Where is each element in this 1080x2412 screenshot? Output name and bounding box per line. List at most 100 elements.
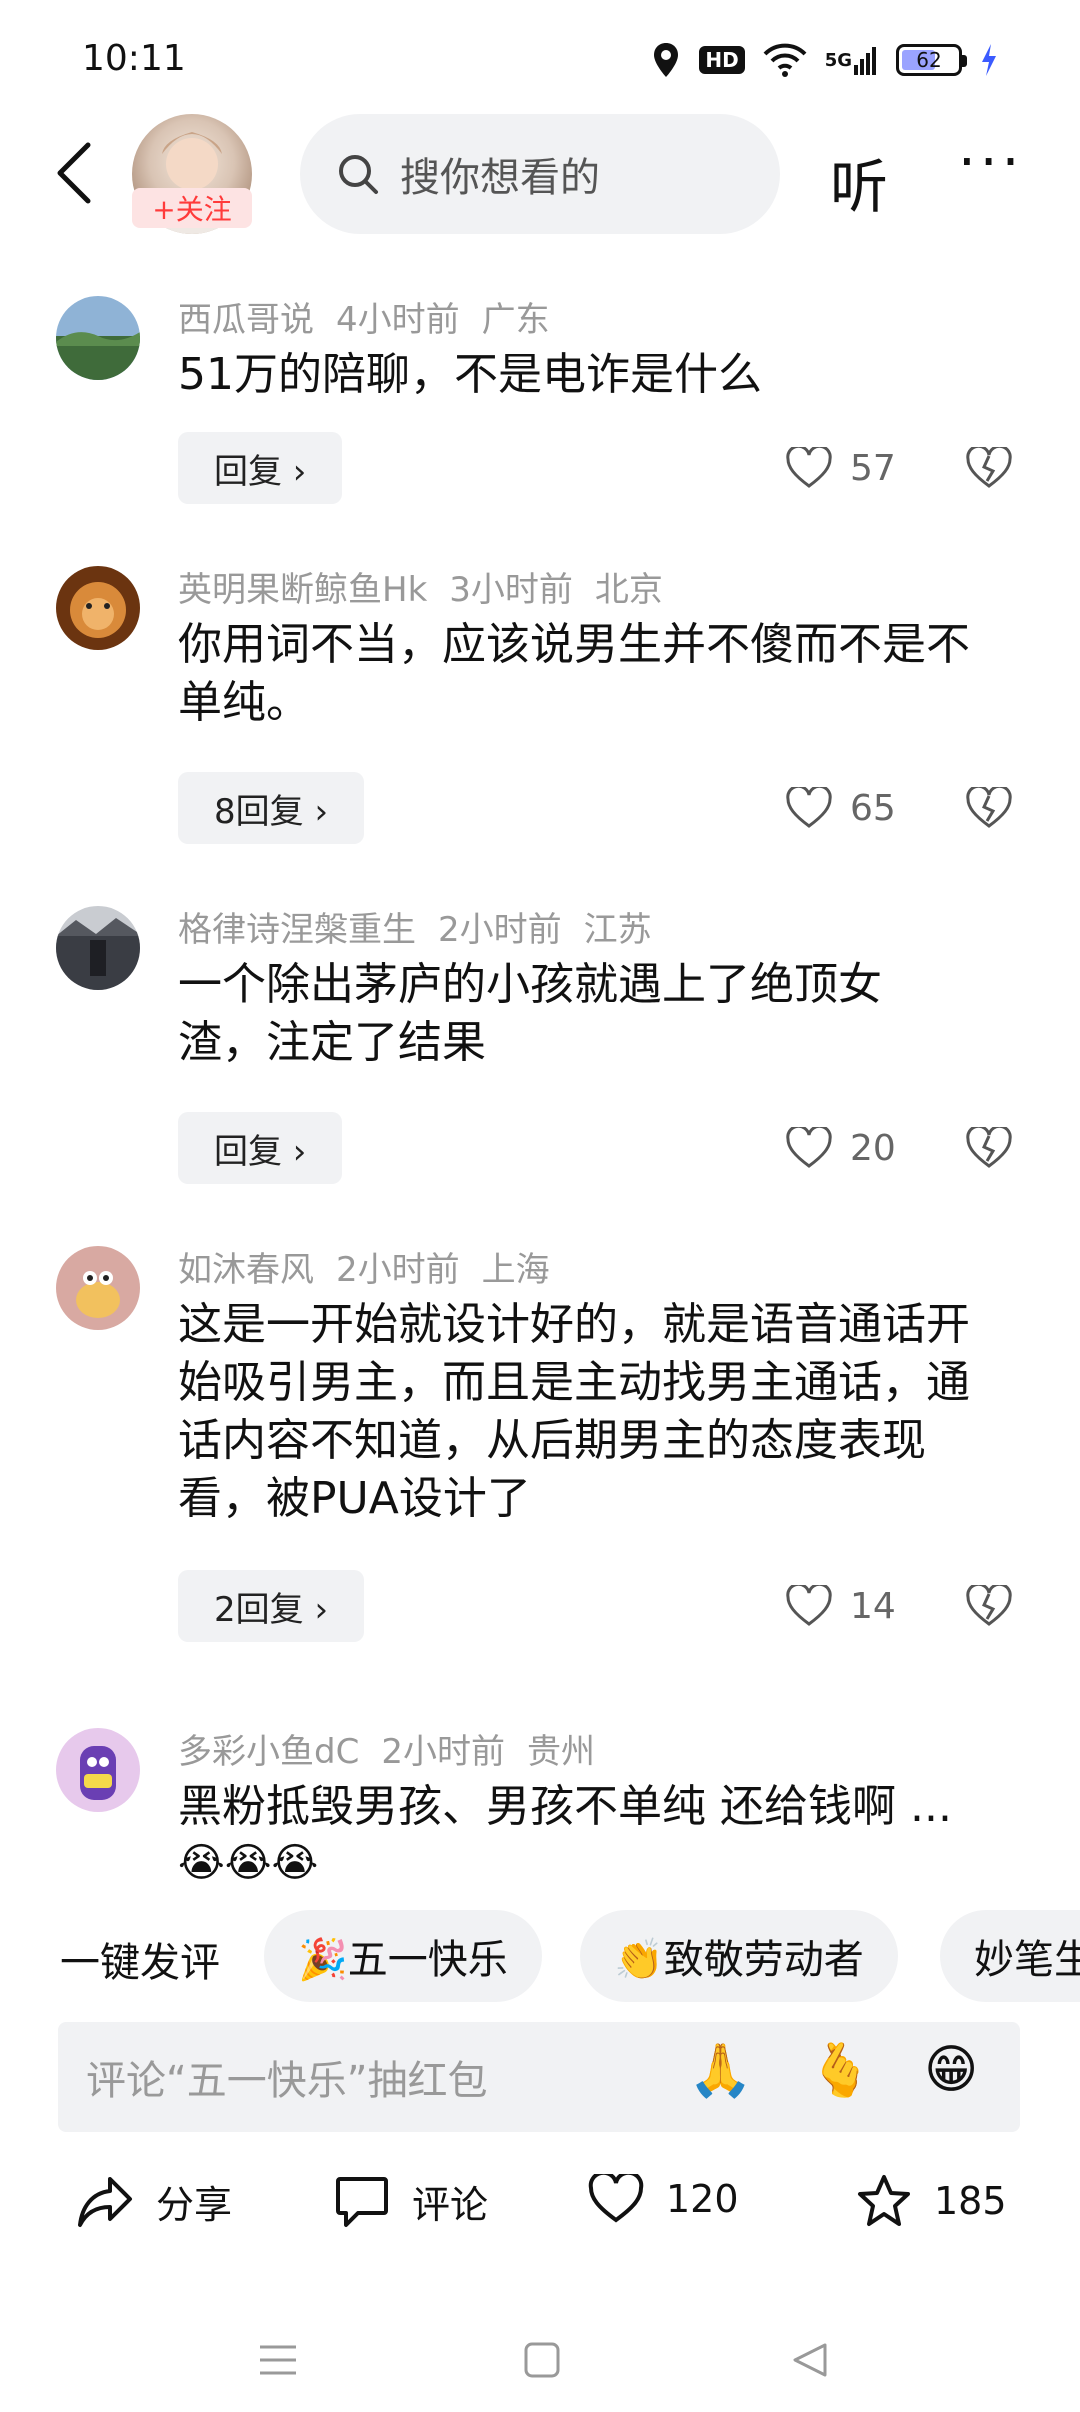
comment-location: 上海	[481, 1250, 550, 1290]
commenter-avatar[interactable]	[56, 906, 140, 990]
comment-location: 北京	[594, 570, 663, 610]
commenter-avatar[interactable]	[56, 566, 140, 650]
home-nav-button[interactable]	[512, 2330, 572, 2390]
network-label: 5G	[824, 49, 852, 71]
commenter-avatar[interactable]	[56, 1728, 140, 1812]
comment-item: 如沐春风 2小时前 上海 这是一开始就设计好的，就是语音通话开始吸引男主，而且是主动…	[0, 1230, 1080, 1660]
comment-like-button[interactable]: 20	[786, 1112, 896, 1184]
menu-icon	[260, 2345, 296, 2375]
comment-text[interactable]: 一个除出茅庐的小孩就遇上了绝顶女渣，注定了结果	[178, 956, 938, 1072]
heart-icon	[786, 447, 832, 488]
comment-input[interactable]: 评论“五一快乐”抽红包 🙏 🫰 😁	[58, 2022, 1020, 2132]
status-time: 10:11	[82, 38, 186, 79]
share-button[interactable]: 分享	[76, 2174, 232, 2229]
heart-icon	[786, 1585, 832, 1626]
comment-icon	[336, 2176, 388, 2227]
reply-button[interactable]: 2回复 ›	[178, 1570, 365, 1642]
location-icon	[651, 40, 681, 80]
comment-input-placeholder: 评论“五一快乐”抽红包	[86, 2058, 488, 2104]
dislike-button[interactable]	[966, 772, 1012, 844]
battery-text: 62	[916, 48, 942, 72]
favorite-button[interactable]: 185	[856, 2174, 1007, 2228]
share-icon	[78, 2176, 132, 2227]
search-placeholder: 搜你想看的	[400, 155, 600, 201]
dislike-button[interactable]	[966, 1112, 1012, 1184]
broken-heart-icon	[966, 1585, 1012, 1626]
reply-button[interactable]: 8回复 ›	[178, 772, 365, 844]
more-button[interactable]: ···	[958, 130, 1023, 195]
quick-comment-chip[interactable]: 🎉五一快乐	[264, 1910, 542, 2002]
comment-label: 评论	[412, 2183, 489, 2227]
comment-username[interactable]: 多彩小鱼dC	[178, 1732, 359, 1772]
like-count: 120	[666, 2177, 739, 2221]
like-count: 14	[850, 1585, 896, 1627]
comment-location: 贵州	[526, 1732, 595, 1772]
like-count: 57	[850, 447, 896, 489]
pray-emoji-button[interactable]: 🙏	[688, 2040, 753, 2101]
comment-location: 江苏	[583, 910, 652, 950]
back-button[interactable]	[44, 138, 104, 208]
like-button[interactable]: 120	[588, 2174, 739, 2224]
comment-username[interactable]: 如沐春风	[178, 1250, 314, 1290]
hd-icon: HD	[699, 40, 745, 80]
commenter-avatar[interactable]	[56, 1246, 140, 1330]
dislike-button[interactable]	[966, 432, 1012, 504]
finger-heart-emoji-button[interactable]: 🫰	[808, 2040, 873, 2101]
comment-meta: 西瓜哥说 4小时前 广东	[178, 292, 572, 341]
comment-time: 2小时前	[381, 1732, 505, 1772]
comment-text[interactable]: 这是一开始就设计好的，就是语音通话开始吸引男主，而且是主动找男主通话，通话内容不…	[178, 1296, 998, 1528]
back-nav-button[interactable]	[780, 2330, 840, 2390]
broken-heart-icon	[966, 1127, 1012, 1168]
action-bar: 分享 评论 120 185	[0, 2160, 1080, 2260]
star-icon	[858, 2175, 910, 2226]
comment-meta: 英明果断鲸鱼Hk 3小时前 北京	[178, 562, 685, 611]
search-icon	[339, 155, 378, 194]
home-square-icon	[524, 2342, 560, 2378]
search-bar[interactable]: 搜你想看的	[300, 114, 780, 234]
comment-username[interactable]: 格律诗涅槃重生	[178, 910, 416, 950]
follow-button[interactable]: +关注	[132, 188, 252, 228]
charging-icon	[980, 40, 998, 80]
comment-meta: 如沐春风 2小时前 上海	[178, 1242, 572, 1291]
comment-like-button[interactable]: 57	[786, 432, 896, 504]
menu-nav-button[interactable]	[248, 2330, 308, 2390]
comment-text[interactable]: 51万的陪聊，不是电诈是什么	[178, 346, 1008, 404]
status-bar: 10:11 HD 5G 62	[0, 0, 1080, 120]
comment-time: 2小时前	[438, 910, 562, 950]
comment-username[interactable]: 西瓜哥说	[178, 300, 314, 340]
comment-username[interactable]: 英明果断鲸鱼Hk	[178, 570, 427, 610]
share-label: 分享	[156, 2183, 233, 2227]
heart-icon	[786, 1127, 832, 1168]
reply-button[interactable]: 回复 ›	[178, 1112, 343, 1184]
like-count: 20	[850, 1127, 896, 1169]
top-bar: +关注 搜你想看的 听 ···	[0, 110, 1080, 240]
listen-button[interactable]: 听	[830, 140, 888, 224]
quick-comment-chip[interactable]: 妙笔生	[940, 1910, 1080, 2002]
comment-location: 广东	[481, 300, 550, 340]
reply-button[interactable]: 回复 ›	[178, 432, 343, 504]
comment-like-button[interactable]: 14	[786, 1570, 896, 1642]
dislike-button[interactable]	[966, 1570, 1012, 1642]
comment-text[interactable]: 黑粉抵毁男孩、男孩不单纯 还给钱啊 ...	[178, 1778, 1008, 1836]
commenter-avatar[interactable]	[56, 296, 140, 380]
heart-icon	[786, 787, 832, 828]
like-count: 65	[850, 787, 896, 829]
broken-heart-icon	[966, 787, 1012, 828]
comment-meta: 多彩小鱼dC 2小时前 贵州	[178, 1724, 617, 1773]
grin-emoji-button[interactable]: 😁	[924, 2040, 978, 2100]
comment-item: 格律诗涅槃重生 2小时前 江苏 一个除出茅庐的小孩就遇上了绝顶女渣，注定了结果 回复…	[0, 890, 1080, 1190]
battery-icon: 62	[896, 40, 967, 80]
wifi-icon	[763, 40, 807, 80]
back-triangle-icon	[793, 2343, 827, 2377]
signal-icon: 5G	[825, 40, 878, 80]
comment-meta: 格律诗涅槃重生 2小时前 江苏	[178, 902, 674, 951]
quick-comment-bar: 一键发评 🎉五一快乐 👏致敬劳动者 妙笔生	[0, 1906, 1080, 2006]
comment-time: 2小时前	[336, 1250, 460, 1290]
quick-comment-chip[interactable]: 👏致敬劳动者	[580, 1910, 898, 2002]
back-arrow-icon	[57, 142, 91, 204]
comment-text[interactable]: 你用词不当，应该说男生并不傻而不是不单纯。	[178, 616, 998, 732]
comment-emojis: 😭😭😭	[178, 1840, 319, 1886]
comment-button[interactable]: 评论	[334, 2174, 488, 2229]
comment-like-button[interactable]: 65	[786, 772, 896, 844]
status-icons: HD 5G 62	[651, 40, 998, 80]
